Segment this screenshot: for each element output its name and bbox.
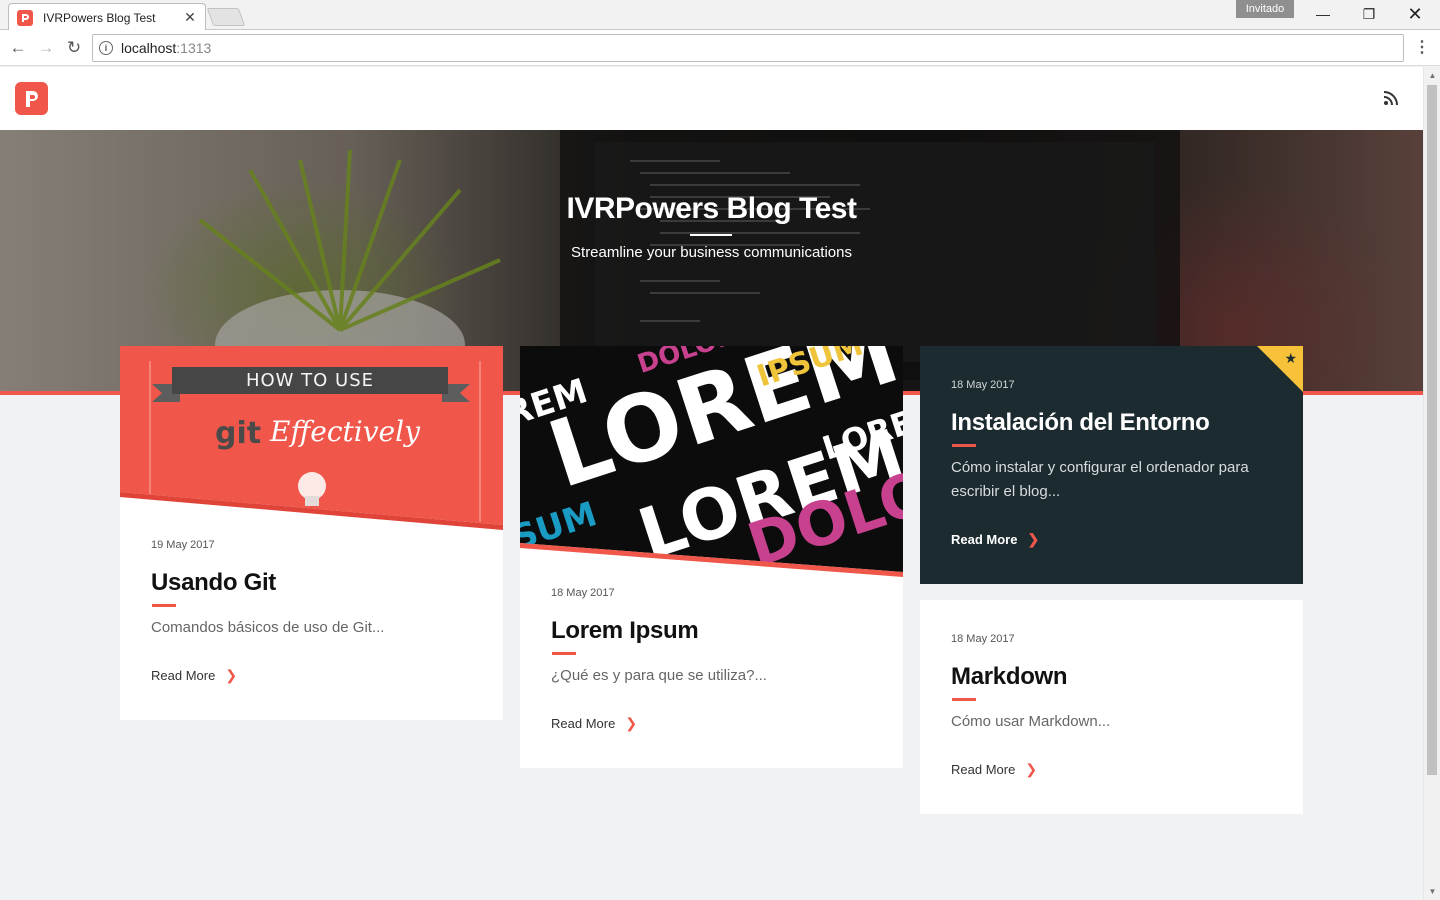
url-port: :1313 bbox=[176, 40, 212, 56]
title-underline bbox=[152, 604, 176, 607]
hero-subtitle: Streamline your business communications bbox=[571, 244, 852, 261]
post-excerpt: Cómo usar Markdown... bbox=[951, 713, 1111, 730]
image-text-how-to-use: HOW TO USE bbox=[246, 370, 374, 391]
browser-menu-icon[interactable]: ⋮ bbox=[1412, 38, 1432, 58]
tab-close-icon[interactable]: ✕ bbox=[183, 9, 197, 26]
page-scrollbar[interactable]: ▲ ▼ bbox=[1423, 67, 1440, 900]
title-underline bbox=[552, 652, 576, 655]
window-close-button[interactable]: ✕ bbox=[1392, 0, 1438, 28]
read-more-label: Read More bbox=[951, 532, 1018, 547]
chevron-right-icon: ❯ bbox=[225, 667, 238, 683]
chevron-right-icon: ❯ bbox=[625, 715, 638, 731]
image-text-git: git bbox=[215, 416, 261, 451]
post-date: 18 May 2017 bbox=[951, 633, 1015, 645]
post-excerpt: Comandos básicos de uso de Git... bbox=[151, 619, 385, 636]
post-card-markdown[interactable]: 18 May 2017 Markdown Cómo usar Markdown.… bbox=[920, 600, 1303, 814]
post-title[interactable]: Lorem Ipsum bbox=[551, 617, 699, 645]
title-underline bbox=[952, 698, 976, 701]
site-info-icon[interactable]: i bbox=[99, 41, 113, 55]
read-more-label: Read More bbox=[151, 668, 216, 683]
post-excerpt: ¿Qué es y para que se utiliza?... bbox=[551, 667, 767, 684]
read-more-link[interactable]: Read More ❯ bbox=[951, 531, 1039, 548]
post-date: 18 May 2017 bbox=[951, 379, 1015, 391]
ivrpowers-logo-icon[interactable] bbox=[15, 82, 48, 115]
read-more-link[interactable]: Read More ❯ bbox=[151, 667, 237, 684]
scroll-up-arrow-icon[interactable]: ▲ bbox=[1424, 67, 1440, 84]
tab-title: IVRPowers Blog Test bbox=[43, 10, 156, 25]
post-date: 18 May 2017 bbox=[551, 587, 615, 599]
lorem-word-3: LOREM bbox=[520, 562, 670, 581]
site-favicon-icon bbox=[17, 9, 33, 26]
post-image-git[interactable]: HOW TO USE git Effectively bbox=[120, 346, 503, 536]
read-more-label: Read More bbox=[951, 762, 1016, 777]
rss-icon[interactable] bbox=[1382, 89, 1400, 107]
browser-toolbar: ← → ↻ i localhost:1313 ⋮ bbox=[0, 30, 1440, 66]
scroll-thumb[interactable] bbox=[1427, 85, 1437, 775]
url-host: localhost bbox=[121, 40, 177, 56]
post-card-usando-git[interactable]: HOW TO USE git Effectively 19 May 2017 U… bbox=[120, 346, 503, 720]
chevron-right-icon: ❯ bbox=[1027, 531, 1040, 547]
post-title[interactable]: Instalación del Entorno bbox=[951, 409, 1210, 437]
site-header bbox=[0, 67, 1423, 130]
forward-arrow-icon[interactable]: → bbox=[35, 37, 57, 59]
chevron-right-icon: ❯ bbox=[1025, 761, 1038, 777]
reload-icon[interactable]: ↻ bbox=[63, 37, 85, 59]
hero-title: IVRPowers Blog Test bbox=[566, 192, 857, 225]
post-card-lorem-ipsum[interactable]: LOREM DOLOR LOREM IPSUM LOREM DOLOR LORE… bbox=[520, 346, 903, 768]
hero-divider bbox=[690, 234, 732, 236]
browser-tab-strip: IVRPowers Blog Test ✕ Invitado — ❐ ✕ bbox=[0, 0, 1440, 31]
browser-tab-active[interactable]: IVRPowers Blog Test ✕ bbox=[8, 3, 206, 31]
post-title[interactable]: Markdown bbox=[951, 663, 1068, 691]
new-tab-button[interactable] bbox=[206, 8, 246, 26]
star-icon: ★ bbox=[1284, 350, 1297, 366]
back-arrow-icon[interactable]: ← bbox=[7, 37, 29, 59]
window-minimize-button[interactable]: — bbox=[1300, 0, 1346, 28]
window-restore-button[interactable]: ❐ bbox=[1346, 0, 1392, 28]
image-text-effectively: Effectively bbox=[269, 415, 421, 448]
read-more-link[interactable]: Read More ❯ bbox=[951, 761, 1037, 778]
read-more-label: Read More bbox=[551, 716, 616, 731]
post-card-instalacion-del-entorno[interactable]: ★ 18 May 2017 Instalación del Entorno Có… bbox=[920, 346, 1303, 584]
page-viewport: IVRPowers Blog Test Streamline your busi… bbox=[0, 67, 1423, 900]
guest-profile-badge[interactable]: Invitado bbox=[1236, 0, 1294, 18]
read-more-link[interactable]: Read More ❯ bbox=[551, 715, 637, 732]
address-bar[interactable]: i localhost:1313 bbox=[92, 34, 1404, 62]
post-title[interactable]: Usando Git bbox=[151, 569, 276, 597]
post-date: 19 May 2017 bbox=[151, 539, 215, 551]
post-image-lorem[interactable]: LOREM DOLOR LOREM IPSUM LOREM DOLOR LORE… bbox=[520, 346, 903, 581]
title-underline bbox=[952, 444, 976, 447]
scroll-down-arrow-icon[interactable]: ▼ bbox=[1424, 883, 1440, 900]
post-excerpt: Cómo instalar y configurar el ordenador … bbox=[951, 459, 1249, 500]
